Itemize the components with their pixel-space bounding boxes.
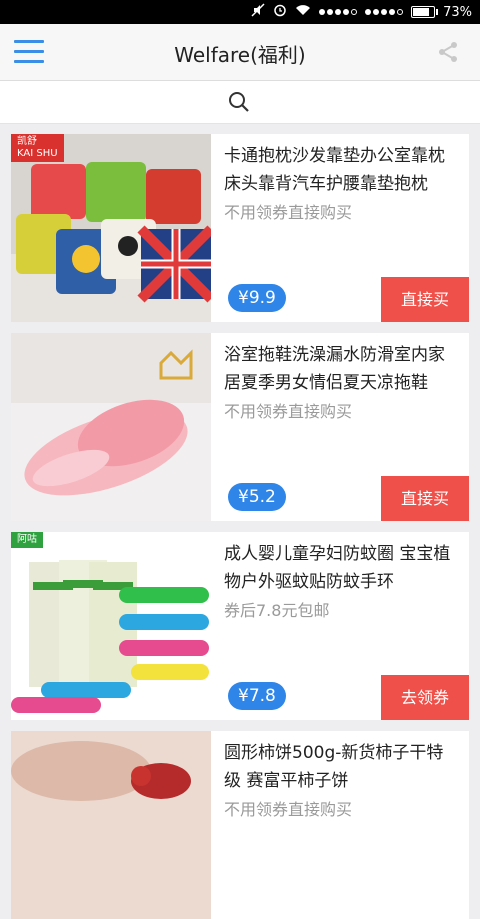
buy-now-button[interactable]: 直接买	[381, 476, 469, 521]
status-bar: 73%	[0, 0, 480, 24]
product-image-persimmon[interactable]	[11, 731, 211, 919]
product-title[interactable]: 卡通抱枕沙发靠垫办公室靠枕床头靠背汽车护腰靠垫抱枕	[224, 142, 459, 198]
product-subtitle: 券后7.8元包邮	[224, 601, 330, 620]
signal-icon-1	[319, 9, 358, 15]
product-info: 成人婴儿童孕妇防蚊圈 宝宝植物户外驱蚊贴防蚊手环 券后7.8元包邮	[224, 540, 459, 624]
product-subtitle: 不用领券直接购买	[224, 402, 353, 421]
product-title[interactable]: 浴室拖鞋洗澡漏水防滑室内家居夏季男女情侣夏天凉拖鞋	[224, 341, 459, 397]
price-badge: ¥7.8	[228, 682, 286, 710]
price-badge: ¥9.9	[228, 284, 286, 312]
product-info: 圆形柿饼500g-新货柿子干特级 赛富平柿子饼 不用领券直接购买	[224, 739, 459, 823]
alarm-icon	[273, 3, 287, 21]
product-subtitle: 不用领券直接购买	[224, 203, 353, 222]
product-card[interactable]: 阿咕 成人婴儿童孕妇防蚊圈 宝宝植物户外驱蚊贴防蚊手环 券后7.8元包邮 ¥7.…	[11, 532, 469, 720]
buy-now-button[interactable]: 直接买	[381, 277, 469, 322]
brand-logo: 阿咕	[11, 532, 43, 548]
search-bar	[0, 81, 480, 124]
product-image-slippers[interactable]	[11, 333, 211, 521]
product-card[interactable]: 凯舒 KAI SHU 卡通抱枕沙发靠垫办公室靠枕床头靠背汽车护腰靠垫抱枕 不用领券…	[11, 134, 469, 322]
product-info: 卡通抱枕沙发靠垫办公室靠枕床头靠背汽车护腰靠垫抱枕 不用领券直接购买	[224, 142, 459, 226]
status-icons: 73%	[251, 3, 472, 21]
get-coupon-button[interactable]: 去领券	[381, 675, 469, 720]
battery-level: 73%	[443, 4, 472, 20]
product-title[interactable]: 圆形柿饼500g-新货柿子干特级 赛富平柿子饼	[224, 739, 459, 795]
wifi-icon	[295, 4, 311, 20]
product-title[interactable]: 成人婴儿童孕妇防蚊圈 宝宝植物户外驱蚊贴防蚊手环	[224, 540, 459, 596]
share-icon	[439, 42, 457, 62]
page-title: Welfare(福利)	[174, 43, 306, 67]
product-image-mosquito-bands[interactable]: 阿咕	[11, 532, 211, 720]
signal-icon-2	[365, 9, 404, 15]
battery-icon	[411, 6, 439, 18]
product-card[interactable]: 浴室拖鞋洗澡漏水防滑室内家居夏季男女情侣夏天凉拖鞋 不用领券直接购买 ¥5.2 …	[11, 333, 469, 521]
brand-logo: 凯舒 KAI SHU	[11, 134, 64, 162]
share-button[interactable]	[436, 40, 460, 64]
price-badge: ¥5.2	[228, 483, 286, 511]
product-image-pillows[interactable]: 凯舒 KAI SHU	[11, 134, 211, 322]
app-bar: Welfare(福利)	[0, 24, 480, 81]
product-card[interactable]: 圆形柿饼500g-新货柿子干特级 赛富平柿子饼 不用领券直接购买	[11, 731, 469, 919]
mute-icon	[251, 3, 265, 21]
search-button[interactable]	[228, 91, 250, 113]
product-info: 浴室拖鞋洗澡漏水防滑室内家居夏季男女情侣夏天凉拖鞋 不用领券直接购买	[224, 341, 459, 425]
product-subtitle: 不用领券直接购买	[224, 800, 353, 819]
search-icon	[229, 92, 249, 112]
